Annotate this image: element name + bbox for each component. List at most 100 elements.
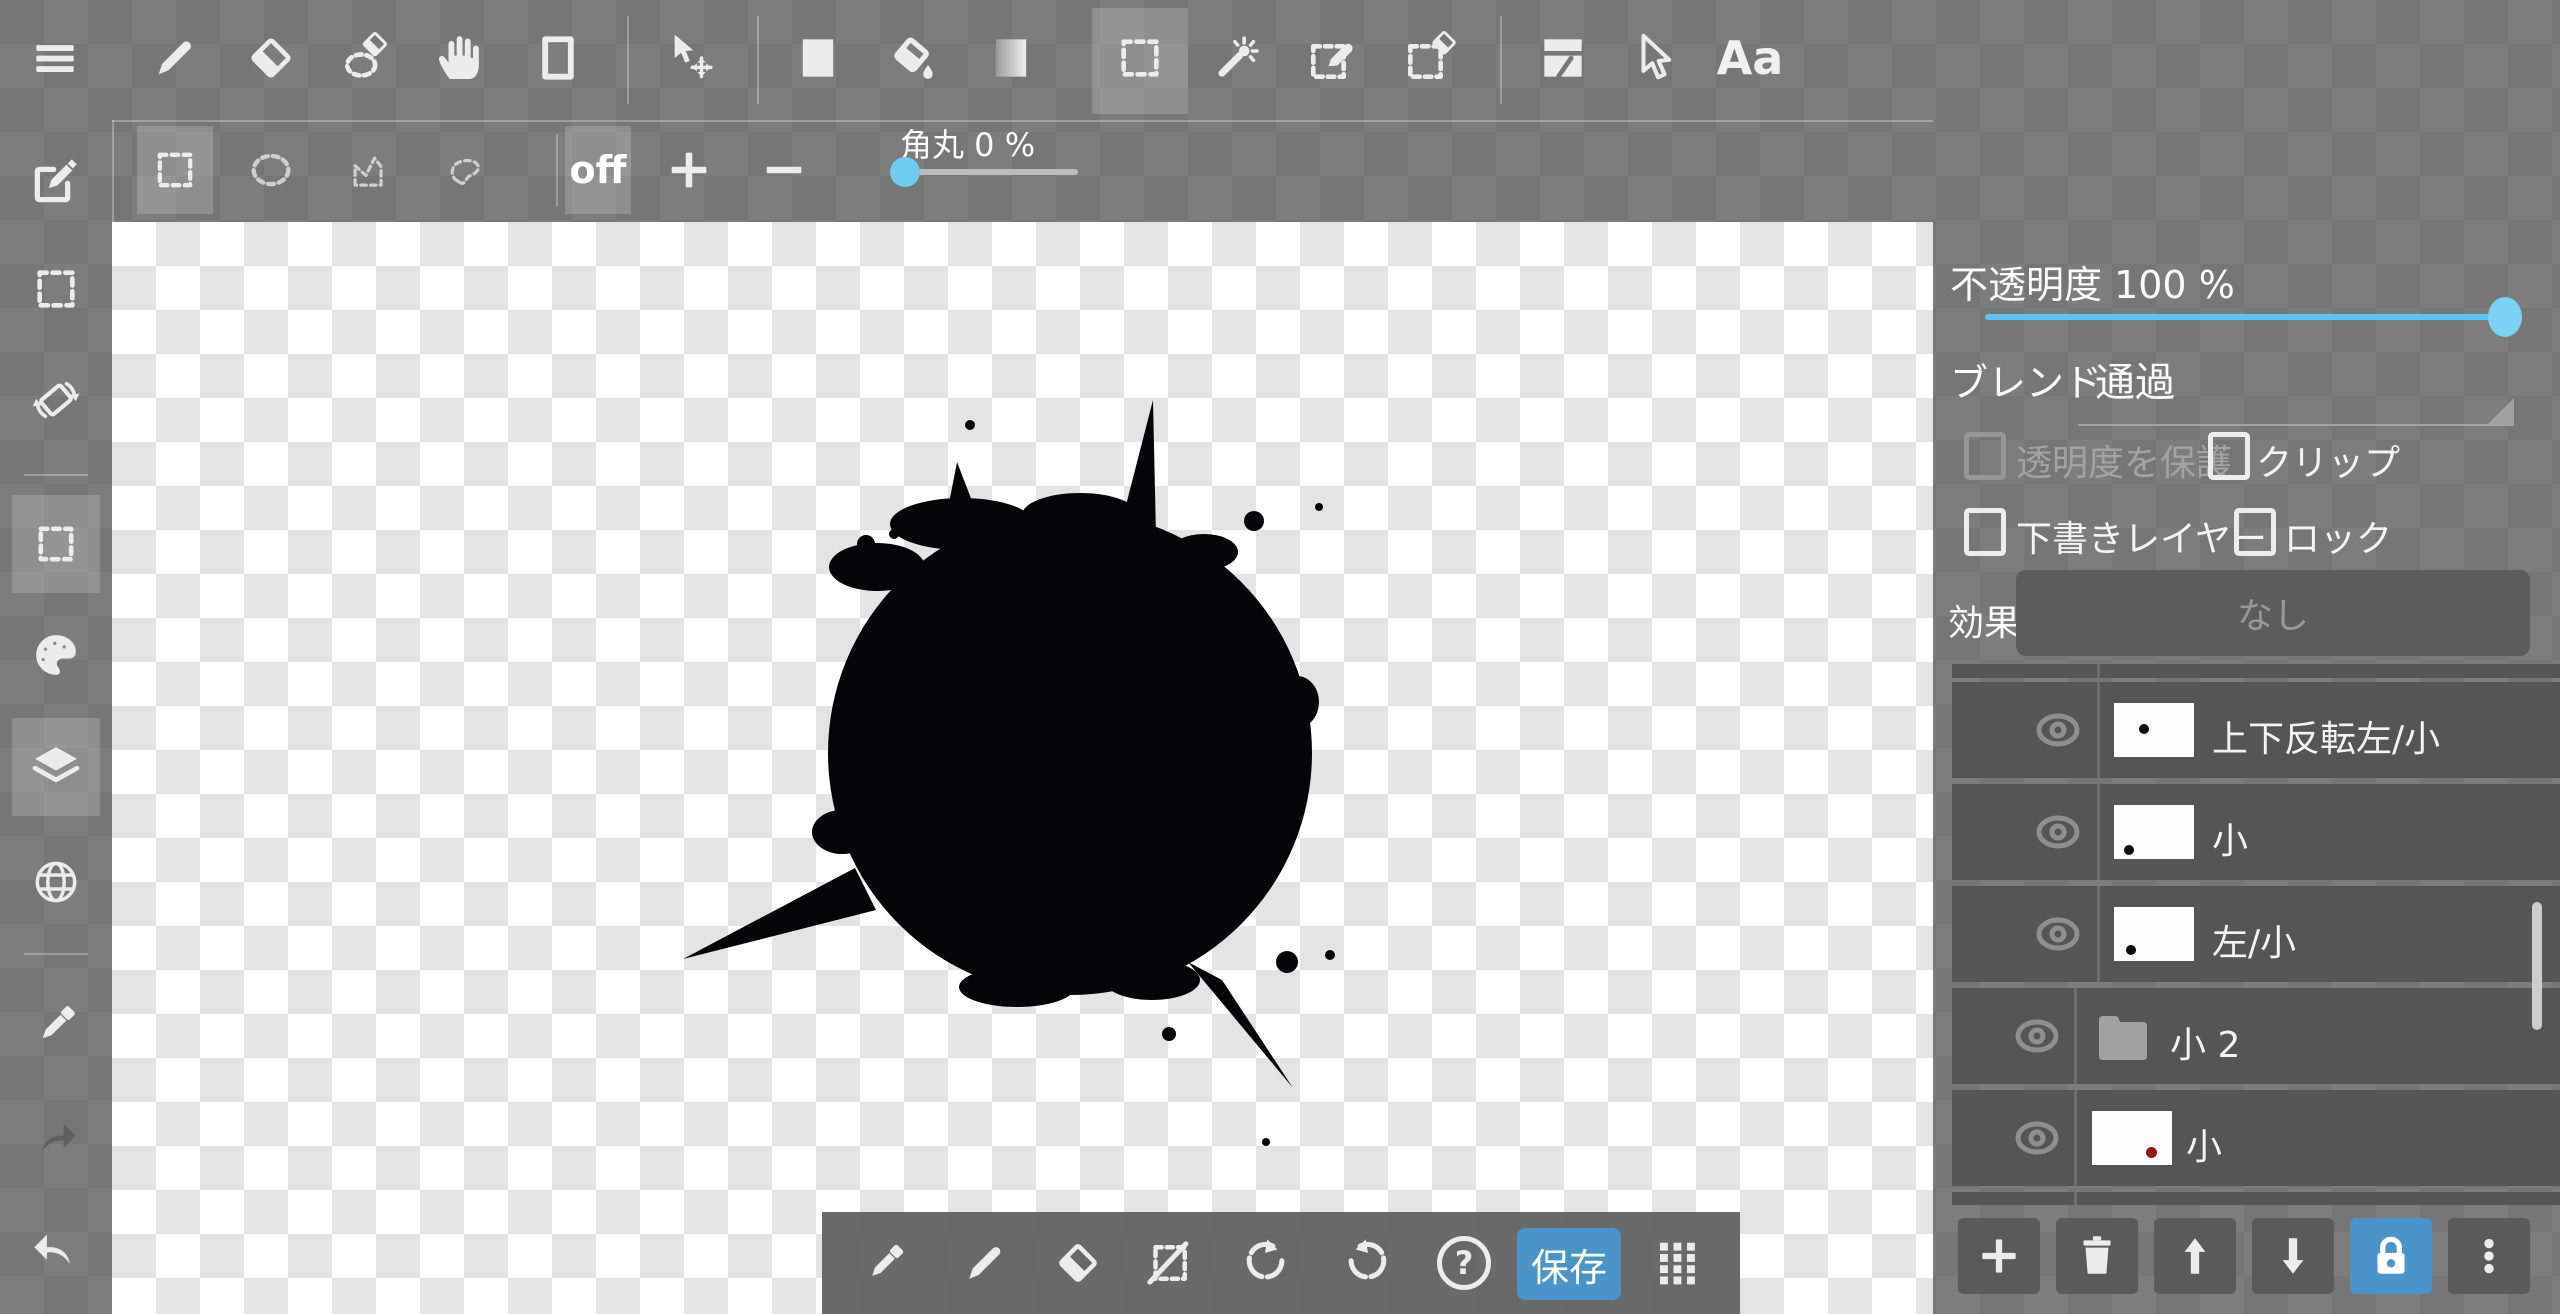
- panel-divide-tool-button[interactable]: [1515, 10, 1611, 106]
- color-palette-button[interactable]: [8, 607, 104, 703]
- fill-rect-tool-button[interactable]: [770, 10, 866, 106]
- clip-checkbox[interactable]: [2208, 432, 2250, 480]
- quick-pen-button[interactable]: [937, 1215, 1033, 1311]
- lasso-eraser-tool-button[interactable]: [319, 10, 415, 106]
- move-tool-button[interactable]: [643, 10, 739, 106]
- hand-pan-tool-button[interactable]: [411, 10, 507, 106]
- blend-dropdown-underline: [2078, 424, 2514, 426]
- quick-eyedropper-button[interactable]: [837, 1215, 933, 1311]
- selection-off-button[interactable]: off: [565, 126, 631, 214]
- select-tool-button[interactable]: [1092, 10, 1188, 106]
- undo-button[interactable]: [8, 1202, 104, 1298]
- lock-label: ロック: [2284, 510, 2392, 562]
- corner-radius-label: 角丸 0 %: [900, 120, 1035, 166]
- layer-thumbnail: [2114, 907, 2194, 961]
- protect-alpha-checkbox[interactable]: [1964, 432, 2006, 480]
- corner-radius-slider-knob[interactable]: [890, 157, 920, 187]
- layer-visibility-eye-icon[interactable]: [2014, 1018, 2060, 1054]
- lasso-select-shape-button[interactable]: [416, 122, 512, 218]
- blend-value[interactable]: 通過: [2095, 350, 2175, 408]
- gradient-tool-button[interactable]: [963, 10, 1059, 106]
- layer-visibility-eye-icon[interactable]: [2035, 814, 2081, 850]
- redo-button-disabled[interactable]: [8, 1090, 104, 1186]
- frame-tool-button[interactable]: [510, 10, 606, 106]
- lock-layer-button-active[interactable]: [2350, 1218, 2432, 1294]
- effect-label: 効果: [1948, 594, 2020, 646]
- move-layer-down-button[interactable]: [2252, 1218, 2334, 1294]
- sidebar-divider: [112, 120, 114, 222]
- delete-layer-button[interactable]: [2056, 1218, 2138, 1294]
- divider: [24, 953, 88, 955]
- draft-layer-label: 下書きレイヤー: [2016, 510, 2267, 562]
- operate-pointer-tool-button[interactable]: [1606, 10, 1702, 106]
- layer-visibility-eye-icon[interactable]: [2035, 712, 2081, 748]
- layer-row[interactable]: 小: [1952, 784, 2560, 880]
- effect-value: なし: [2237, 587, 2309, 639]
- layer-name: 上下反転左/小: [2212, 710, 2440, 762]
- layer-thumbnail: [2092, 1111, 2172, 1165]
- zoom-out-button[interactable]: [736, 122, 832, 218]
- text-tool-button[interactable]: Aa: [1702, 10, 1798, 106]
- layer-name: 左/小: [2212, 914, 2296, 966]
- layer-thumbnail: [2114, 805, 2194, 859]
- layer-row-partial-bottom[interactable]: [1952, 1192, 2560, 1205]
- clip-label: クリップ: [2256, 434, 2400, 486]
- layer-row[interactable]: 小: [1952, 1090, 2560, 1186]
- blend-label: ブレンド: [1950, 352, 2102, 407]
- eyedropper-button[interactable]: [8, 977, 104, 1073]
- pen-tool-button[interactable]: [127, 10, 223, 106]
- text-tool-label: Aa: [1717, 31, 1784, 85]
- rotate-canvas-ccw-button[interactable]: [1217, 1215, 1313, 1311]
- opacity-label: 不透明度 100 %: [1950, 254, 2235, 309]
- polygon-select-shape-button[interactable]: [319, 122, 415, 218]
- paint-bucket-tool-button[interactable]: [866, 10, 962, 106]
- save-label: 保存: [1531, 1237, 1607, 1292]
- move-layer-up-button[interactable]: [2154, 1218, 2236, 1294]
- folder-icon: [2095, 1010, 2151, 1064]
- medibang-paint-app: Aa off 角丸 0 %: [0, 0, 2560, 1314]
- layer-row[interactable]: 上下反転左/小: [1952, 682, 2560, 778]
- divider: [556, 134, 558, 206]
- eraser-tool-button[interactable]: [223, 10, 319, 106]
- main-menu-button[interactable]: [7, 10, 103, 106]
- layer-name: 小: [2212, 812, 2248, 864]
- layer-more-menu-button[interactable]: [2448, 1218, 2530, 1294]
- sidebar-select-button[interactable]: [8, 241, 104, 337]
- save-button[interactable]: 保存: [1517, 1228, 1621, 1300]
- new-edit-button[interactable]: [8, 133, 104, 229]
- divider: [1500, 16, 1502, 104]
- layer-folder-row[interactable]: 小 2: [1952, 988, 2560, 1084]
- opacity-slider-knob[interactable]: [2488, 297, 2522, 337]
- toolbar-grid-handle-icon[interactable]: [1630, 1215, 1726, 1311]
- zoom-in-button[interactable]: [641, 122, 737, 218]
- layer-visibility-eye-icon[interactable]: [2014, 1120, 2060, 1156]
- magic-wand-tool-button[interactable]: [1188, 10, 1284, 106]
- rect-select-shape-button[interactable]: [127, 122, 223, 218]
- draft-layer-checkbox[interactable]: [1964, 508, 2006, 556]
- sidebar-marquee-button[interactable]: [8, 496, 104, 592]
- off-label: off: [570, 148, 627, 192]
- opacity-slider[interactable]: [1985, 314, 2509, 320]
- layer-visibility-eye-icon[interactable]: [2035, 916, 2081, 952]
- effect-dropdown[interactable]: なし: [2016, 570, 2530, 656]
- help-button[interactable]: ?: [1416, 1215, 1512, 1311]
- select-pen-tool-button[interactable]: [1284, 10, 1380, 106]
- ellipse-select-shape-button[interactable]: [223, 122, 319, 218]
- divider: [757, 16, 759, 104]
- quick-eraser-button[interactable]: [1030, 1215, 1126, 1311]
- transform-rotate-button[interactable]: [8, 352, 104, 448]
- add-layer-button[interactable]: [1958, 1218, 2040, 1294]
- select-eraser-tool-button[interactable]: [1381, 10, 1477, 106]
- rotate-canvas-cw-button[interactable]: [1320, 1215, 1416, 1311]
- blend-dropdown-corner-icon[interactable]: [2488, 398, 2514, 424]
- corner-radius-slider[interactable]: [902, 169, 1078, 175]
- layer-row[interactable]: 左/小: [1952, 886, 2560, 982]
- layer-row-partial-top[interactable]: [1952, 664, 2560, 678]
- deselect-button[interactable]: [1121, 1215, 1217, 1311]
- help-glyph: ?: [1455, 1244, 1474, 1282]
- layer-thumbnail: [2114, 703, 2194, 757]
- layers-scrollbar[interactable]: [2532, 902, 2542, 1030]
- layers-panel-button[interactable]: [8, 719, 104, 815]
- lock-checkbox[interactable]: [2234, 508, 2276, 556]
- material-mesh-button[interactable]: [8, 834, 104, 930]
